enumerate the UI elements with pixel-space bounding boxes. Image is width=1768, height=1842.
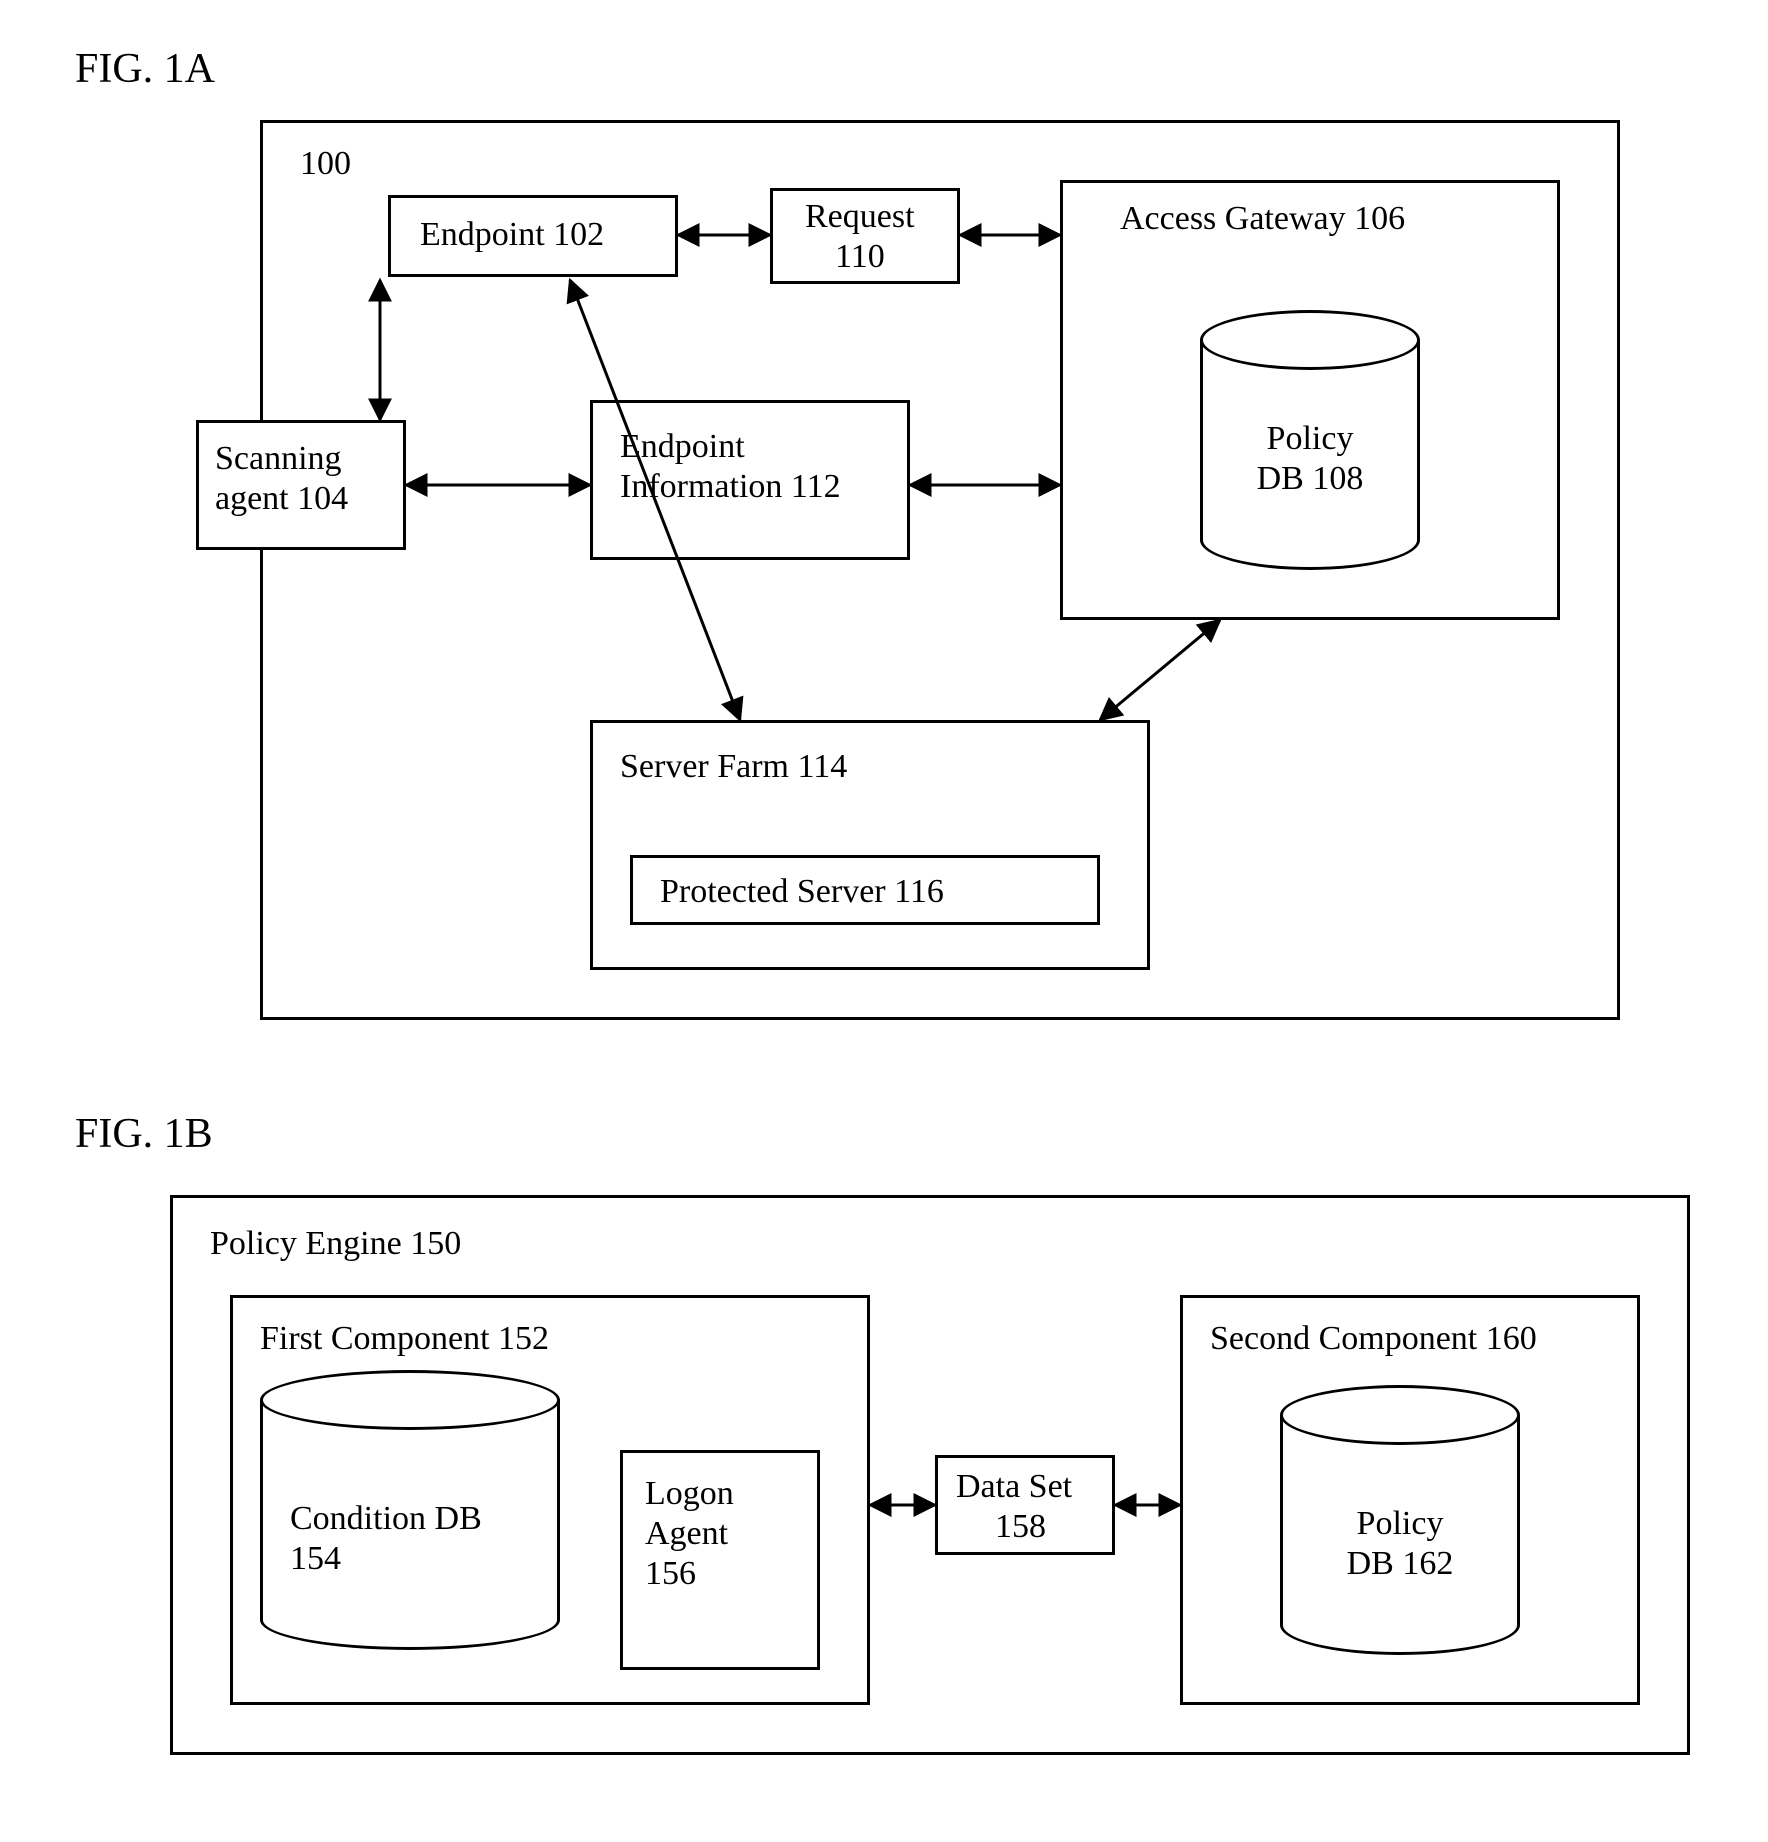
second-component-label: Second Component 160 bbox=[1210, 1320, 1537, 1358]
policy-db-108-cylinder: Policy DB 108 bbox=[1200, 310, 1420, 570]
endpoint-info-label-2: Information 112 bbox=[620, 468, 841, 506]
request-label-2: 110 bbox=[835, 238, 885, 276]
policy-db-108-label-1: Policy bbox=[1200, 420, 1420, 458]
logon-agent-label-1: Logon bbox=[645, 1475, 734, 1513]
endpoint-info-label-1: Endpoint bbox=[620, 428, 745, 466]
policy-db-108-label-2: DB 108 bbox=[1200, 460, 1420, 498]
condition-db-label-2: 154 bbox=[290, 1540, 341, 1578]
figure-1b-title: FIG. 1B bbox=[75, 1110, 213, 1158]
figure-1a-title: FIG. 1A bbox=[75, 45, 215, 93]
protected-server-label: Protected Server 116 bbox=[660, 873, 944, 911]
request-label-1: Request bbox=[805, 198, 915, 236]
server-farm-label: Server Farm 114 bbox=[620, 748, 847, 786]
system-100-label: 100 bbox=[300, 145, 351, 183]
condition-db-label-1: Condition DB bbox=[290, 1500, 482, 1538]
scanning-agent-label-1: Scanning bbox=[215, 440, 342, 478]
logon-agent-label-3: 156 bbox=[645, 1555, 696, 1593]
endpoint-label: Endpoint 102 bbox=[420, 216, 604, 254]
policy-db-162-label-1: Policy bbox=[1280, 1505, 1520, 1543]
policy-db-162-label-2: DB 162 bbox=[1280, 1545, 1520, 1583]
gateway-label: Access Gateway 106 bbox=[1120, 200, 1405, 238]
first-component-label: First Component 152 bbox=[260, 1320, 549, 1358]
data-set-label-1: Data Set bbox=[956, 1468, 1072, 1506]
data-set-label-2: 158 bbox=[995, 1508, 1046, 1546]
policy-engine-label: Policy Engine 150 bbox=[210, 1225, 461, 1263]
logon-agent-label-2: Agent bbox=[645, 1515, 728, 1553]
scanning-agent-label-2: agent 104 bbox=[215, 480, 348, 518]
policy-db-162-cylinder: Policy DB 162 bbox=[1280, 1385, 1520, 1655]
